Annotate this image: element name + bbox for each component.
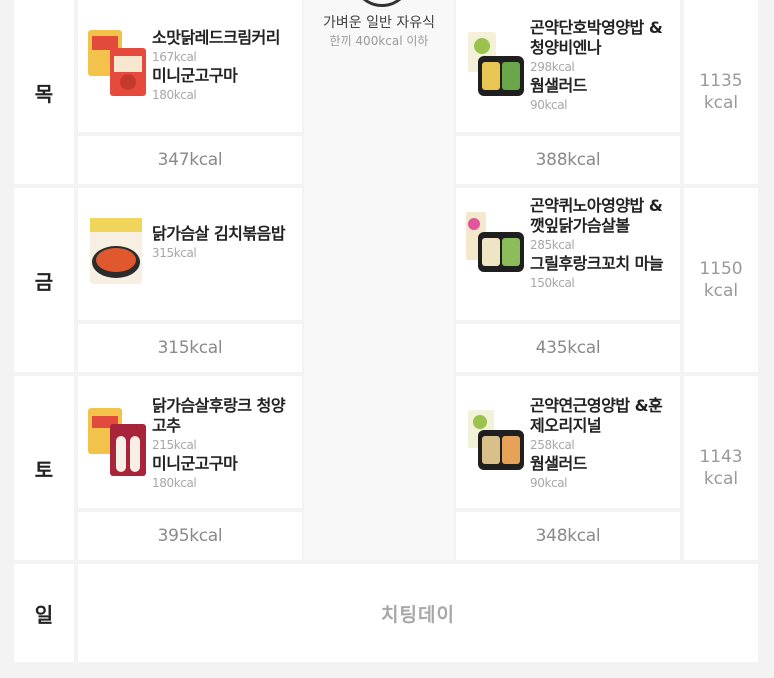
- item-name: 닭가슴살후랑크 청양고추: [152, 396, 286, 435]
- meal-plan-grid: 가벼운 일반 자유식 한끼 400kcal 이하 목 소맛닭레드크림커리 167…: [14, 0, 758, 662]
- item-name: 소맛닭레드크림커리: [152, 28, 280, 47]
- cheat-day-label: 치팅데이: [78, 564, 758, 662]
- item-name: 곤약퀴노아영양밥 &깻잎닭가슴살볼: [530, 196, 663, 235]
- product-image: [88, 408, 146, 476]
- item-kcal: 180kcal: [152, 476, 197, 490]
- day-total-value: 1135: [699, 71, 743, 91]
- day-label-sat: 토: [14, 376, 74, 560]
- item-name: 미니군고구마: [152, 454, 238, 473]
- day-total-fri: 1150 kcal: [684, 188, 758, 372]
- product-image: [468, 410, 524, 470]
- product-image: [468, 32, 524, 96]
- item-kcal: 150kcal: [530, 276, 575, 290]
- dinner-card-fri: 곤약퀴노아영양밥 &깻잎닭가슴살볼 285kcal 그릴후랑크꼬치 마늘 150…: [456, 188, 680, 320]
- item-name: 닭가슴살 김치볶음밥: [152, 224, 286, 243]
- item-name: 곤약연근영양밥 &훈제오리지널: [530, 396, 663, 435]
- dinner-total-sat: 348kcal: [456, 512, 680, 560]
- item-kcal: 167kcal: [152, 50, 197, 64]
- item-name: 웜샐러드: [530, 454, 587, 473]
- breakfast-card-thu: 소맛닭레드크림커리 167kcal 미니군고구마 180kcal: [78, 0, 302, 132]
- day-total-unit: kcal: [703, 281, 739, 301]
- day-total-thu: 1135 kcal: [684, 0, 758, 184]
- item-name: 웜샐러드: [530, 76, 587, 95]
- item-kcal: 90kcal: [530, 98, 568, 112]
- lunch-title: 가벼운 일반 자유식: [323, 15, 435, 31]
- dinner-total-fri: 435kcal: [456, 324, 680, 372]
- lunch-column: 가벼운 일반 자유식 한끼 400kcal 이하: [304, 0, 454, 560]
- lunch-subtitle: 한끼 400kcal 이하: [329, 34, 429, 48]
- day-total-sat: 1143 kcal: [684, 376, 758, 560]
- item-kcal: 315kcal: [152, 246, 197, 260]
- day-total-unit: kcal: [703, 93, 739, 113]
- breakfast-total-fri: 315kcal: [78, 324, 302, 372]
- item-kcal: 180kcal: [152, 88, 197, 102]
- day-label-fri: 금: [14, 188, 74, 372]
- product-image: [88, 30, 146, 96]
- day-label-thu: 목: [14, 0, 74, 184]
- day-label-sun: 일: [14, 564, 74, 662]
- item-name: 곤약단호박영양밥 &청양비엔나: [530, 18, 663, 57]
- day-total-value: 1150: [699, 259, 743, 279]
- breakfast-total-thu: 347kcal: [78, 136, 302, 184]
- item-kcal: 298kcal: [530, 60, 575, 74]
- product-image: [90, 218, 142, 284]
- clock-icon: [352, 0, 412, 7]
- item-kcal: 285kcal: [530, 238, 575, 252]
- item-kcal: 258kcal: [530, 438, 575, 452]
- breakfast-card-fri: 닭가슴살 김치볶음밥 315kcal: [78, 188, 302, 320]
- item-name: 그릴후랑크꼬치 마늘: [530, 254, 664, 273]
- item-kcal: 90kcal: [530, 476, 568, 490]
- day-total-value: 1143: [699, 447, 743, 467]
- item-kcal: 215kcal: [152, 438, 197, 452]
- dinner-total-thu: 388kcal: [456, 136, 680, 184]
- product-image: [466, 212, 524, 272]
- dinner-card-sat: 곤약연근영양밥 &훈제오리지널 258kcal 웜샐러드 90kcal: [456, 376, 680, 508]
- item-name: 미니군고구마: [152, 66, 238, 85]
- breakfast-total-sat: 395kcal: [78, 512, 302, 560]
- breakfast-card-sat: 닭가슴살후랑크 청양고추 215kcal 미니군고구마 180kcal: [78, 376, 302, 508]
- day-total-unit: kcal: [703, 469, 739, 489]
- dinner-card-thu: 곤약단호박영양밥 &청양비엔나 298kcal 웜샐러드 90kcal: [456, 0, 680, 132]
